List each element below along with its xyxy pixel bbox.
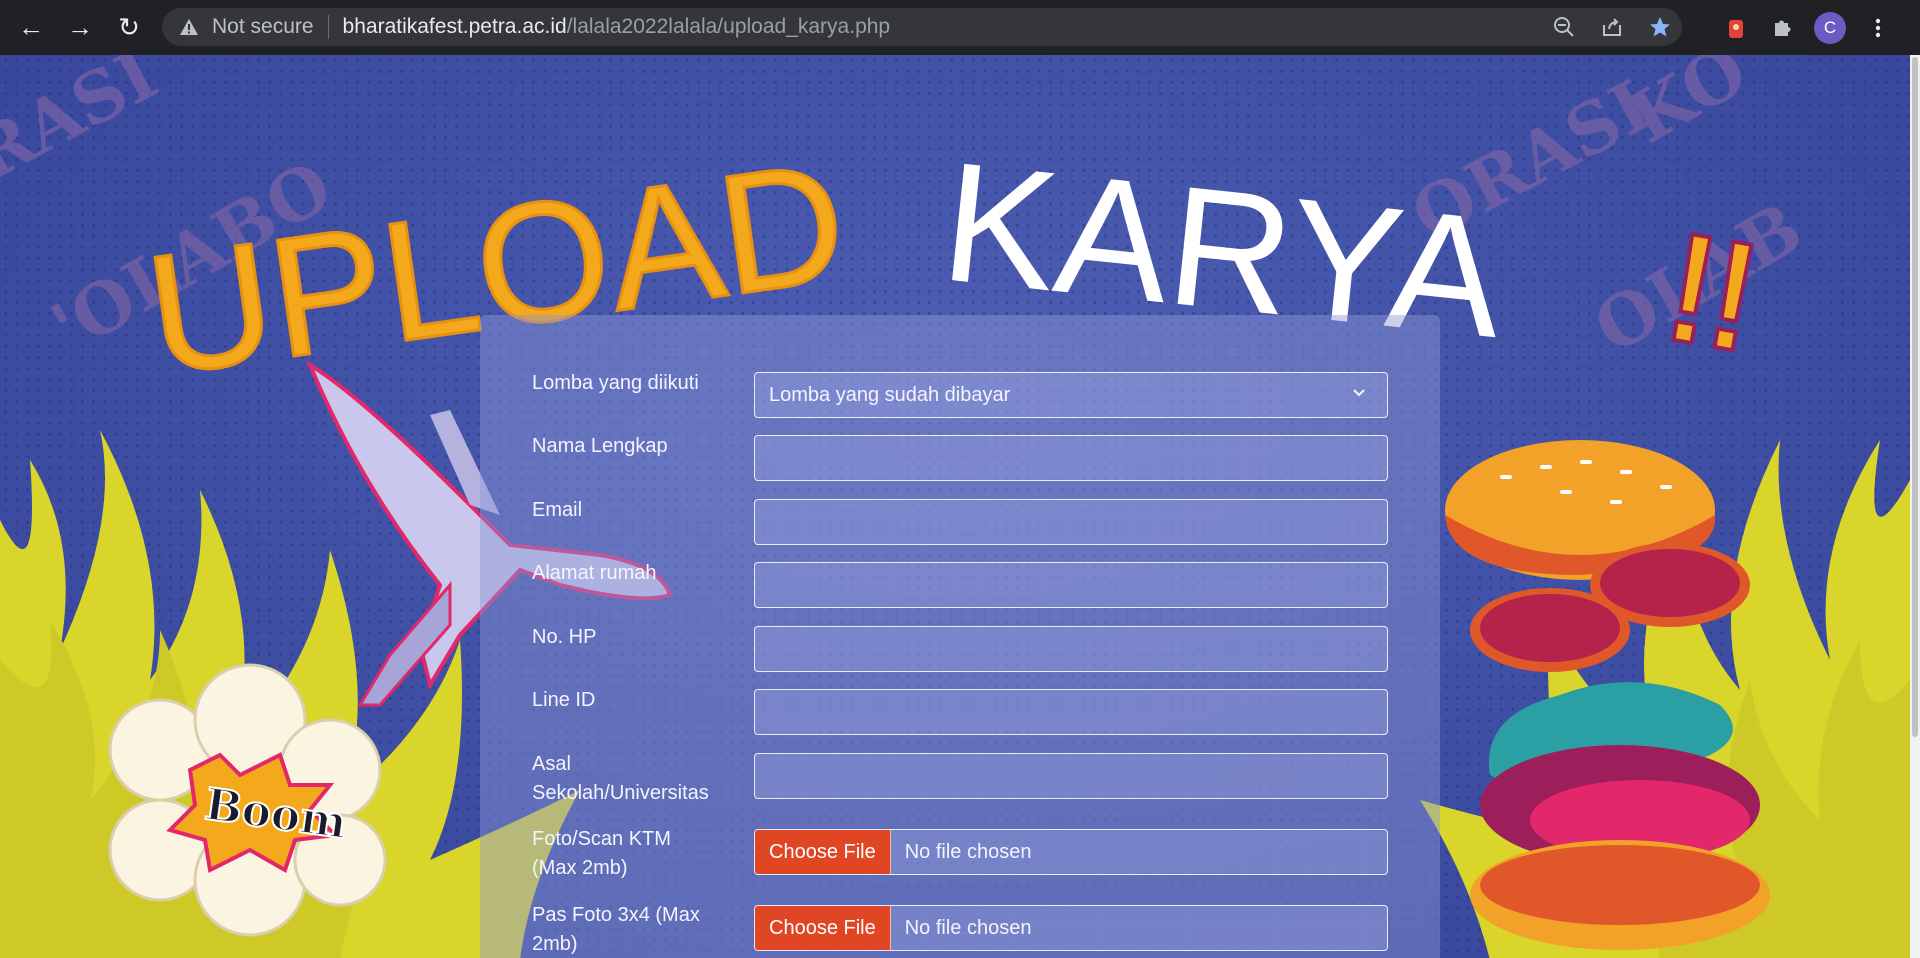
pasfoto-choose-file-button[interactable]: Choose File (755, 906, 891, 950)
label-alamat: Alamat rumah (532, 562, 657, 584)
pasfoto-file-input[interactable]: Choose File No file chosen (754, 905, 1388, 951)
asal-input[interactable] (754, 753, 1388, 799)
label-hp: No. HP (532, 626, 597, 648)
share-icon[interactable] (1598, 13, 1626, 41)
lomba-select[interactable]: Lomba yang sudah dibayar (754, 372, 1388, 418)
boom-explosion-illustration: Boom (108, 663, 387, 937)
burger-illustration (1445, 440, 1770, 950)
zoom-out-icon[interactable] (1550, 13, 1578, 41)
alamat-input[interactable] (754, 562, 1388, 608)
lomba-select-value: Lomba yang sudah dibayar (769, 383, 1011, 406)
email-input[interactable] (754, 499, 1388, 545)
extensions-puzzle-icon[interactable] (1768, 14, 1796, 42)
label-lomba: Lomba yang diikuti (532, 372, 699, 394)
label-asal: Asal Sekolah/Universitas (532, 753, 709, 804)
warning-icon[interactable] (178, 16, 200, 38)
address-bar[interactable]: Not secure bharatikafest.petra.ac.id/lal… (162, 8, 1682, 46)
url-path: /lalala2022lalala/upload_karya.php (566, 15, 891, 38)
extensions-area: C (1722, 10, 1892, 46)
extension-badge-icon[interactable] (1722, 14, 1750, 42)
address-separator (327, 15, 329, 39)
forward-icon[interactable]: → (62, 10, 98, 46)
bookmark-star-icon[interactable] (1646, 13, 1674, 41)
ktm-file-input[interactable]: Choose File No file chosen (754, 829, 1388, 875)
line-input[interactable] (754, 689, 1388, 735)
hp-input[interactable] (754, 626, 1388, 672)
label-pasfoto: Pas Foto 3x4 (Max 2mb) (532, 904, 700, 955)
title-exclaim: !! (1657, 202, 1768, 382)
url-text[interactable]: bharatikafest.petra.ac.id/lalala2022lala… (343, 15, 891, 39)
omnibox-actions (1550, 8, 1674, 46)
scrollbar-thumb[interactable] (1912, 57, 1918, 737)
page-viewport: RASI 'OLABO ORASI KO OLAB Boom UPLOAD KA… (0, 55, 1920, 958)
reload-icon[interactable]: ↻ (111, 10, 147, 46)
label-ktm: Foto/Scan KTM (Max 2mb) (532, 828, 671, 879)
nama-input[interactable] (754, 435, 1388, 481)
pasfoto-file-status: No file chosen (904, 916, 1032, 939)
profile-avatar[interactable]: C (1814, 12, 1846, 44)
label-line: Line ID (532, 689, 596, 711)
menu-kebab-icon[interactable] (1864, 14, 1892, 42)
ktm-choose-file-button[interactable]: Choose File (755, 830, 891, 874)
back-icon[interactable]: ← (13, 10, 49, 46)
page-scrollbar[interactable] (1910, 55, 1920, 958)
label-email: Email (532, 499, 583, 521)
ktm-file-status: No file chosen (904, 840, 1032, 863)
chevron-down-icon (1353, 389, 1365, 397)
security-label[interactable]: Not secure (212, 15, 314, 39)
browser-toolbar: ← → ↻ Not secure bharatikafest.petra.ac.… (0, 0, 1920, 55)
url-host: bharatikafest.petra.ac.id (342, 15, 567, 38)
label-nama: Nama Lengkap (532, 435, 668, 457)
